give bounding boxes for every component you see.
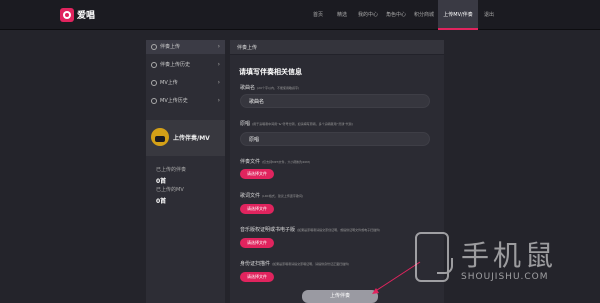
chevron-right-icon: ›: [217, 79, 220, 86]
circle-icon: [151, 98, 157, 104]
nav-home[interactable]: 首页: [306, 0, 330, 30]
nav-points-mall[interactable]: 积分商城: [410, 0, 438, 30]
circle-icon: [151, 80, 157, 86]
phone-logo-icon: [415, 232, 453, 282]
sidebar-item-mv-history[interactable]: MV上传历史 ›: [146, 94, 225, 108]
sidebar: 伴奏上传 › 伴奏上传历史 › MV上传 › MV上传历史 › 上传伴奏/MV …: [146, 40, 225, 303]
nav-upload[interactable]: 上传MV/伴奏: [438, 0, 478, 30]
singer-input[interactable]: 原唱: [240, 132, 430, 146]
chevron-right-icon: ›: [217, 97, 220, 104]
singer-label: 原唱 (用于演唱者中间用“&”符号分隔，如请填写原唱，多个演唱者用“普通”代替): [240, 121, 353, 127]
accompaniment-file-label: 伴奏文件 (仅支持MP3文件，大小限制为20M): [240, 159, 311, 165]
upload-form: 伴奏上传 请填写伴奏相关信息 歌曲名 (20个字以内，不能使用敏感字) 歌曲名 原…: [230, 40, 444, 303]
copyright-file-button[interactable]: 请选择文件: [240, 238, 274, 248]
nav-role-center[interactable]: 角色中心: [382, 0, 410, 30]
circle-icon: [151, 44, 157, 50]
id-file-label: 身份证扫描件 (如果是原唱者请提交原唱证明，请提供身份证正面扫描件): [240, 261, 350, 267]
logo-icon[interactable]: [60, 8, 74, 22]
watermark: 手机鼠 SHOUJISHU.COM: [415, 232, 595, 298]
stat-mv-label: 已上传的MV: [156, 187, 184, 193]
form-header: 伴奏上传: [230, 40, 444, 55]
id-file-button[interactable]: 请选择文件: [240, 272, 274, 282]
brand-name[interactable]: 爱唱: [77, 8, 95, 21]
song-name-input[interactable]: 歌曲名: [240, 94, 430, 108]
upload-summary: 上传伴奏/MV: [146, 120, 225, 156]
watermark-url: SHOUJISHU.COM: [461, 272, 549, 282]
lyric-file-label: 歌词文件 (LRC格式，建议上传逐字歌词): [240, 193, 304, 199]
sidebar-item-mv-upload[interactable]: MV上传 ›: [146, 76, 225, 90]
nav-logout[interactable]: 退出: [478, 0, 500, 30]
form-title: 请填写伴奏相关信息: [239, 68, 302, 76]
stat-mv-value: 0首: [156, 198, 167, 205]
sidebar-item-accompaniment-history[interactable]: 伴奏上传历史 ›: [146, 58, 225, 72]
stat-accompaniment-value: 0首: [156, 178, 167, 185]
nav-my-center[interactable]: 我的中心: [354, 0, 382, 30]
chevron-right-icon: ›: [217, 43, 220, 50]
upload-avatar-icon: [151, 128, 169, 146]
circle-icon: [151, 62, 157, 68]
accompaniment-file-button[interactable]: 请选择文件: [240, 169, 274, 179]
watermark-title: 手机鼠: [461, 239, 558, 272]
submit-upload-button[interactable]: 上传伴奏: [302, 290, 378, 303]
copyright-file-label: 音乐版权证明或书电子版 (如果是原唱者请提交原创证明，或提供证明文件或电子扫描件): [240, 227, 381, 233]
stat-accompaniment-label: 已上传的伴奏: [156, 167, 187, 173]
chevron-right-icon: ›: [217, 61, 220, 68]
nav-featured[interactable]: 精选: [330, 0, 354, 30]
top-bar: 爱唱 首页 精选 我的中心 角色中心 积分商城 上传MV/伴奏 退出: [0, 0, 600, 30]
lyric-file-button[interactable]: 请选择文件: [240, 204, 274, 214]
sidebar-item-accompaniment-upload[interactable]: 伴奏上传 ›: [146, 40, 225, 54]
song-name-label: 歌曲名 (20个字以内，不能使用敏感字): [240, 85, 300, 91]
